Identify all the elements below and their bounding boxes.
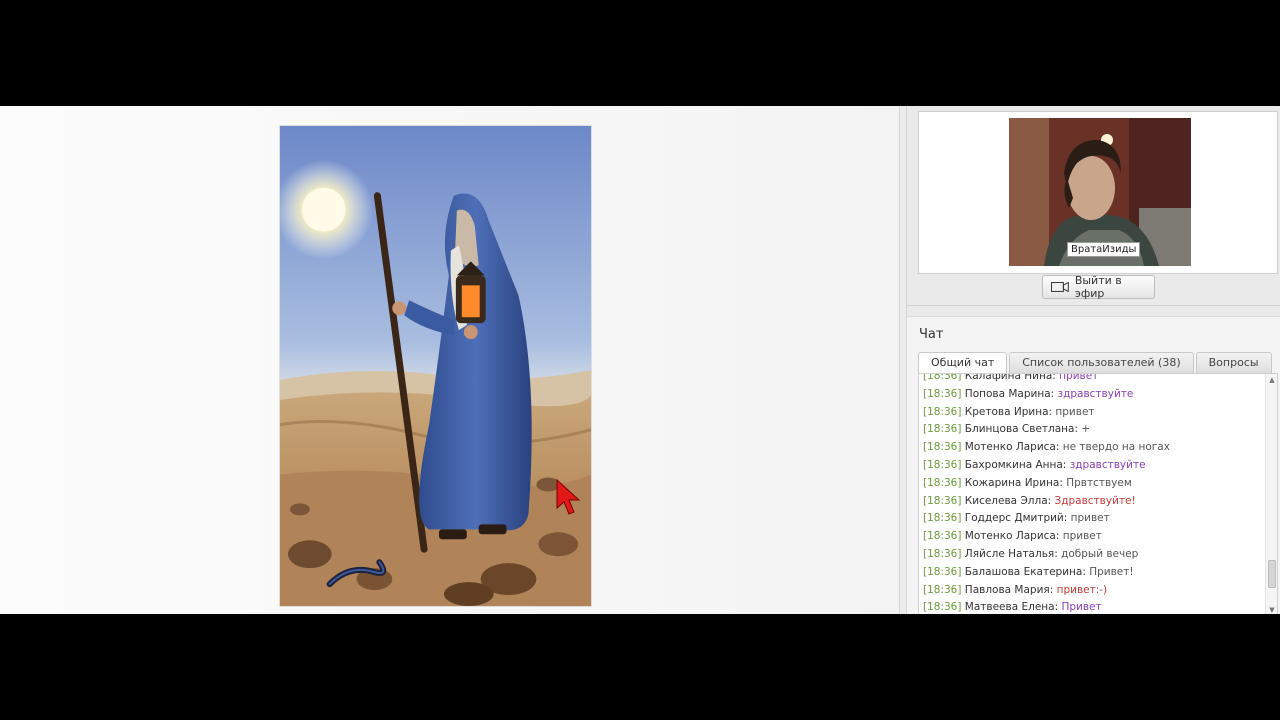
chat-title: Чат <box>919 327 944 342</box>
message-time: [18:36] <box>923 583 962 596</box>
message-time: [18:36] <box>923 530 962 543</box>
message-text: добрый вечер <box>1061 547 1139 560</box>
webinar-screen: ВратаИзиды Выйти в эфир Чат Общий чат Сп… <box>0 106 1280 614</box>
chat-tabs: Общий чат Список пользователей (38) Вопр… <box>918 352 1272 374</box>
mouse-cursor-icon <box>556 478 581 515</box>
message-time: [18:36] <box>923 423 962 436</box>
presenter-name-label: ВратаИзиды <box>1067 242 1141 257</box>
video-box: ВратаИзиды <box>918 111 1278 274</box>
panel-separator <box>907 305 1280 306</box>
chat-message: [18:36] Матвеева Елена: Привет <box>923 599 1263 614</box>
chat-message: [18:36] Кретова Ирина: привет <box>923 404 1263 422</box>
presentation-slide <box>279 125 592 607</box>
message-author: Кретова Ирина: <box>964 405 1053 418</box>
panel-splitter[interactable] <box>899 106 907 614</box>
message-text: не твердо на ногах <box>1062 441 1170 454</box>
message-text: здравствуйте <box>1057 387 1134 400</box>
chat-message: [18:36] Киселева Элла: Здравствуйте! <box>923 493 1263 511</box>
chat-message: [18:36] Калафина Нина: привет <box>923 373 1263 386</box>
message-author: Попова Марина: <box>964 387 1055 400</box>
tab-questions[interactable]: Вопросы <box>1195 352 1272 373</box>
message-text: Првтствуем <box>1066 476 1132 489</box>
message-time: [18:36] <box>923 458 962 471</box>
message-author: Матвеева Елена: <box>964 601 1059 614</box>
chat-message: [18:36] Блинцова Светлана: + <box>923 421 1263 439</box>
message-text: привет <box>1059 373 1099 382</box>
message-text: здравствуйте <box>1069 458 1146 471</box>
message-time: [18:36] <box>923 387 962 400</box>
message-text: привет:-) <box>1056 583 1108 596</box>
side-panel: ВратаИзиды Выйти в эфир Чат Общий чат Сп… <box>907 106 1280 614</box>
chat-message: [18:36] Мотенко Лариса: привет <box>923 528 1263 546</box>
chat-message: [18:36] Кожарина Ирина: Првтствуем <box>923 475 1263 493</box>
message-text: привет <box>1055 405 1095 418</box>
message-text: привет <box>1062 530 1102 543</box>
message-time: [18:36] <box>923 512 962 525</box>
chat-message: [18:36] Мотенко Лариса: не твердо на ног… <box>923 439 1263 457</box>
message-time: [18:36] <box>923 405 962 418</box>
go-on-air-label: Выйти в эфир <box>1074 274 1122 300</box>
message-time: [18:36] <box>923 476 962 489</box>
message-author: Годдерс Дмитрий: <box>964 512 1068 525</box>
chat-message: [18:36] Годдерс Дмитрий: привет <box>923 510 1263 528</box>
message-author: Павлова Мария: <box>964 583 1054 596</box>
scroll-thumb[interactable] <box>1268 560 1276 588</box>
tab-user-list[interactable]: Список пользователей (38) <box>1009 352 1194 373</box>
go-on-air-button[interactable]: Выйти в эфир <box>1042 274 1155 300</box>
message-author: Бахромкина Анна: <box>964 458 1067 471</box>
message-author: Блинцова Светлана: <box>964 423 1079 436</box>
message-author: Кожарина Ирина: <box>964 476 1063 489</box>
tab-general-chat[interactable]: Общий чат <box>918 352 1008 374</box>
message-time: [18:36] <box>923 565 962 578</box>
message-author: Мотенко Лариса: <box>964 530 1060 543</box>
chat-message: [18:36] Балашова Екатерина: Привет! <box>923 564 1263 582</box>
chat-message: [18:36] Ляйсле Наталья: добрый вечер <box>923 546 1263 564</box>
message-text: Привет <box>1061 601 1102 614</box>
message-time: [18:36] <box>923 441 962 454</box>
message-text: + <box>1081 423 1091 436</box>
message-text: Здравствуйте! <box>1054 494 1136 507</box>
camera-icon <box>1051 282 1069 292</box>
message-author: Мотенко Лариса: <box>964 441 1060 454</box>
chat-scrollbar[interactable]: ▲ ▼ <box>1265 374 1277 614</box>
message-author: Ляйсле Наталья: <box>964 547 1058 560</box>
message-author: Балашова Екатерина: <box>964 565 1086 578</box>
chat-message: [18:36] Павлова Мария: привет:-) <box>923 582 1263 600</box>
message-text: Привет! <box>1089 565 1134 578</box>
presentation-area <box>0 106 899 614</box>
message-time: [18:36] <box>923 601 962 614</box>
message-author: Калафина Нина: <box>964 373 1056 382</box>
webcam-video: ВратаИзиды <box>1009 118 1191 266</box>
message-time: [18:36] <box>923 547 962 560</box>
scroll-down-icon[interactable]: ▼ <box>1267 605 1277 614</box>
hermit-illustration <box>280 126 591 606</box>
chat-section: Чат Общий чат Список пользователей (38) … <box>907 316 1280 614</box>
chat-messages[interactable]: [18:36] Калафина Нина: привет [18:36] Поп… <box>918 373 1278 614</box>
message-list: [18:36] Калафина Нина: привет [18:36] Поп… <box>923 373 1263 614</box>
message-text: привет <box>1070 512 1110 525</box>
chat-message: [18:36] Попова Марина: здравствуйте <box>923 386 1263 404</box>
chat-message: [18:36] Бахромкина Анна: здравствуйте <box>923 457 1263 475</box>
message-time: [18:36] <box>923 373 962 382</box>
message-author: Киселева Элла: <box>964 494 1052 507</box>
scroll-up-icon[interactable]: ▲ <box>1267 375 1277 385</box>
message-time: [18:36] <box>923 494 962 507</box>
